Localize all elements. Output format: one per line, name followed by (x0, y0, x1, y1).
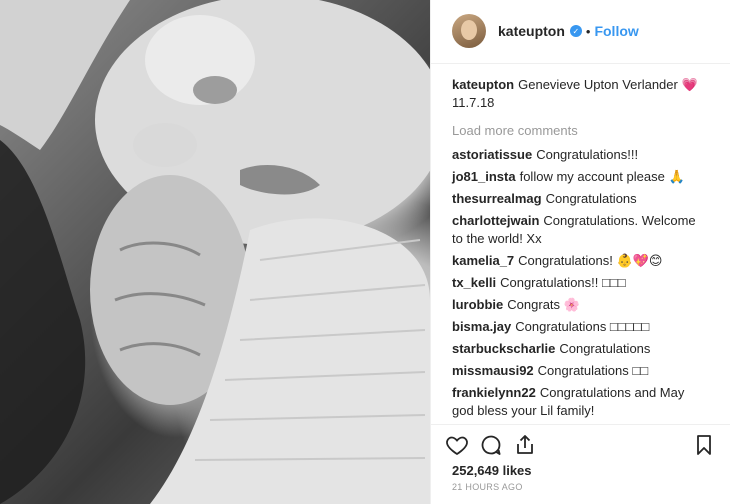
comment-item: frankielynn22 Congratulations and May god… (452, 384, 709, 420)
comment-item: bisma.jay Congratulations □□□□□ (452, 318, 709, 336)
comment-bubble-icon[interactable] (479, 433, 503, 457)
comment-username[interactable]: jo81_insta (452, 169, 516, 184)
bookmark-icon[interactable] (692, 433, 716, 457)
comment-item: tx_kelli Congratulations!! □□□ (452, 274, 709, 292)
header-username[interactable]: kateupton (498, 23, 565, 39)
avatar[interactable] (452, 14, 486, 49)
comment-username[interactable]: astoriatissue (452, 147, 532, 162)
comment-username[interactable]: kamelia_7 (452, 253, 514, 268)
post-photo[interactable] (0, 0, 430, 504)
post-actions (431, 423, 730, 459)
post-side-panel: kateupton ✓ • Follow kateupton Genevieve … (430, 0, 730, 504)
comment-text: Congratulations!! □□□ (500, 274, 626, 290)
comment-username[interactable]: charlottejwain (452, 213, 539, 228)
load-more-comments-button[interactable]: Load more comments (452, 122, 709, 140)
comment-text: Congratulations (559, 340, 651, 356)
comment-item: thesurrealmag Congratulations (452, 190, 709, 208)
likes-count[interactable]: 252,649 likes (431, 459, 730, 480)
comment-item: astoriatissue Congratulations!!! (452, 146, 709, 164)
separator-dot: • (585, 23, 591, 39)
comment-username[interactable]: thesurrealmag (452, 191, 542, 206)
post-header: kateupton ✓ • Follow (431, 0, 730, 64)
comment-text: Congrats 🌸 (507, 296, 580, 312)
comment-text: Congratulations □□ (537, 362, 649, 378)
comment-username[interactable]: lurobbie (452, 297, 503, 312)
comment-text: Congratulations! 👶💖😊 (518, 252, 663, 268)
follow-button[interactable]: Follow (594, 23, 638, 39)
comment-text: Congratulations (545, 190, 637, 206)
post-timestamp[interactable]: 21 HOURS AGO (431, 480, 730, 504)
comment-username[interactable]: starbuckscharlie (452, 341, 555, 356)
caption-username[interactable]: kateupton (452, 77, 514, 92)
instagram-post: kateupton ✓ • Follow kateupton Genevieve … (0, 0, 730, 504)
share-icon[interactable] (513, 433, 537, 457)
comment-item: missmausi92 Congratulations □□ (452, 362, 709, 380)
comment-username[interactable]: frankielynn22 (452, 385, 536, 400)
comment-username[interactable]: missmausi92 (452, 363, 534, 378)
comment-username[interactable]: bisma.jay (452, 319, 511, 334)
comments-section: kateupton Genevieve Upton Verlander 💗 11.… (431, 64, 730, 424)
comment-item: lurobbie Congrats 🌸 (452, 296, 709, 314)
comment-item: kamelia_7 Congratulations! 👶💖😊 (452, 252, 709, 270)
comment-item: jo81_insta follow my account please 🙏 (452, 168, 709, 186)
verified-badge-icon: ✓ (569, 25, 582, 38)
comment-item: starbuckscharlie Congratulations (452, 340, 709, 358)
heart-icon[interactable] (445, 433, 469, 457)
comment-text: Congratulations □□□□□ (515, 318, 650, 334)
baby-photo-illustration (0, 0, 430, 504)
comment-text: Congratulations!!! (536, 146, 639, 162)
comment-text: follow my account please 🙏 (519, 168, 685, 184)
comment-item: charlottejwain Congratulations. Welcome t… (452, 212, 709, 248)
comment-username[interactable]: tx_kelli (452, 275, 496, 290)
post-caption: kateupton Genevieve Upton Verlander 💗 11.… (452, 76, 709, 112)
